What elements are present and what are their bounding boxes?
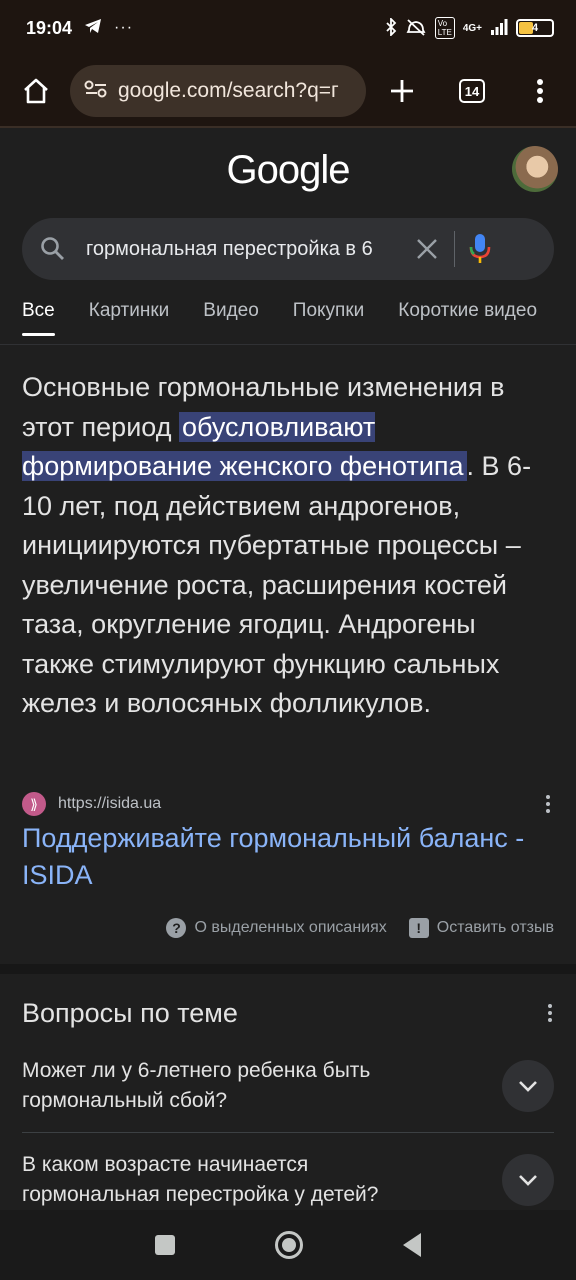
related-question[interactable]: В каком возрасте начинается гормональная… <box>22 1150 554 1210</box>
search-input[interactable]: гормональная перестройка в 6 <box>86 238 416 261</box>
isida-favicon: ⟫ <box>22 792 46 816</box>
new-tab-button[interactable] <box>382 71 422 111</box>
recents-button[interactable] <box>155 1235 175 1255</box>
chevron-down-icon <box>519 1081 537 1092</box>
related-question[interactable]: Может ли у 6-летнего ребенка быть гормон… <box>22 1056 554 1116</box>
address-bar[interactable]: google.com/search?q=г <box>70 65 366 117</box>
volte-icon: Vo LTE <box>434 17 455 39</box>
search-icon <box>41 237 64 260</box>
battery-level: 4 <box>531 22 539 34</box>
featured-snippet: Основные гормональные изменения в этот п… <box>22 368 552 724</box>
expand-button[interactable] <box>502 1154 554 1206</box>
browser-menu-button[interactable] <box>520 71 560 111</box>
status-bar: 19:04 ··· Vo LTE 4G+ 4 <box>0 0 576 56</box>
status-time: 19:04 <box>26 17 73 38</box>
search-box[interactable]: гормональная перестройка в 6 <box>22 218 554 280</box>
question-divider <box>22 1132 554 1133</box>
expand-button[interactable] <box>502 1060 554 1112</box>
search-tabs: Все Картинки Видео Покупки Короткие виде… <box>22 300 537 342</box>
tab-switcher-button[interactable]: 14 <box>452 71 492 111</box>
silent-icon <box>405 18 427 39</box>
google-header: Google <box>0 130 576 214</box>
help-icon: ? <box>166 918 187 938</box>
related-questions-more-button[interactable] <box>548 1004 552 1022</box>
more-notifications-icon: ··· <box>114 19 134 36</box>
network-type: 4G+ <box>462 22 482 34</box>
result-title-link[interactable]: Поддерживайте гормональный баланс - ISID… <box>22 820 554 894</box>
more-vert-icon <box>537 79 543 103</box>
home-button[interactable] <box>16 71 56 111</box>
microphone-icon[interactable] <box>469 233 491 265</box>
question-text: В каком возрасте начинается гормональная… <box>22 1153 379 1206</box>
tab-shopping[interactable]: Покупки <box>293 300 364 336</box>
leave-feedback-link[interactable]: Оставить отзыв <box>437 919 554 937</box>
plus-icon <box>391 80 413 102</box>
snippet-feedback: ? О выделенных описаниях ! Оставить отзы… <box>166 918 554 938</box>
back-button[interactable] <box>403 1233 421 1257</box>
question-text: Может ли у 6-летнего ребенка быть гормон… <box>22 1059 371 1112</box>
system-navigation-bar <box>0 1210 576 1280</box>
tab-all[interactable]: Все <box>22 300 55 336</box>
about-snippets-link[interactable]: О выделенных описаниях <box>194 919 386 937</box>
tab-images[interactable]: Картинки <box>89 300 170 336</box>
home-icon <box>24 78 48 104</box>
google-logo[interactable]: Google <box>0 148 576 193</box>
avatar[interactable] <box>512 146 558 192</box>
battery-icon: 4 <box>516 19 554 37</box>
search-divider <box>454 231 455 267</box>
tab-video[interactable]: Видео <box>203 300 259 336</box>
section-separator <box>0 964 576 974</box>
bluetooth-icon <box>385 16 397 39</box>
related-questions-title: Вопросы по теме <box>22 998 238 1028</box>
clear-icon[interactable] <box>416 238 438 260</box>
telegram-icon <box>84 18 102 39</box>
site-settings-icon[interactable] <box>84 79 108 104</box>
feedback-icon: ! <box>408 918 429 938</box>
result-more-button[interactable] <box>538 795 558 813</box>
chevron-down-icon <box>519 1175 537 1186</box>
result-source[interactable]: ⟫ https://isida.ua <box>22 792 558 816</box>
browser-toolbar: google.com/search?q=г 14 <box>0 56 576 128</box>
url-text: google.com/search?q=г <box>118 79 339 102</box>
home-nav-button[interactable] <box>275 1231 303 1259</box>
tab-count: 14 <box>459 79 485 103</box>
tabs-divider <box>0 344 576 345</box>
signal-icon <box>490 18 508 38</box>
source-url: https://isida.ua <box>58 795 162 812</box>
snippet-text-after: . В 6-10 лет, под действием андрогенов, … <box>22 451 532 718</box>
tab-short-videos[interactable]: Короткие видео <box>398 300 537 336</box>
